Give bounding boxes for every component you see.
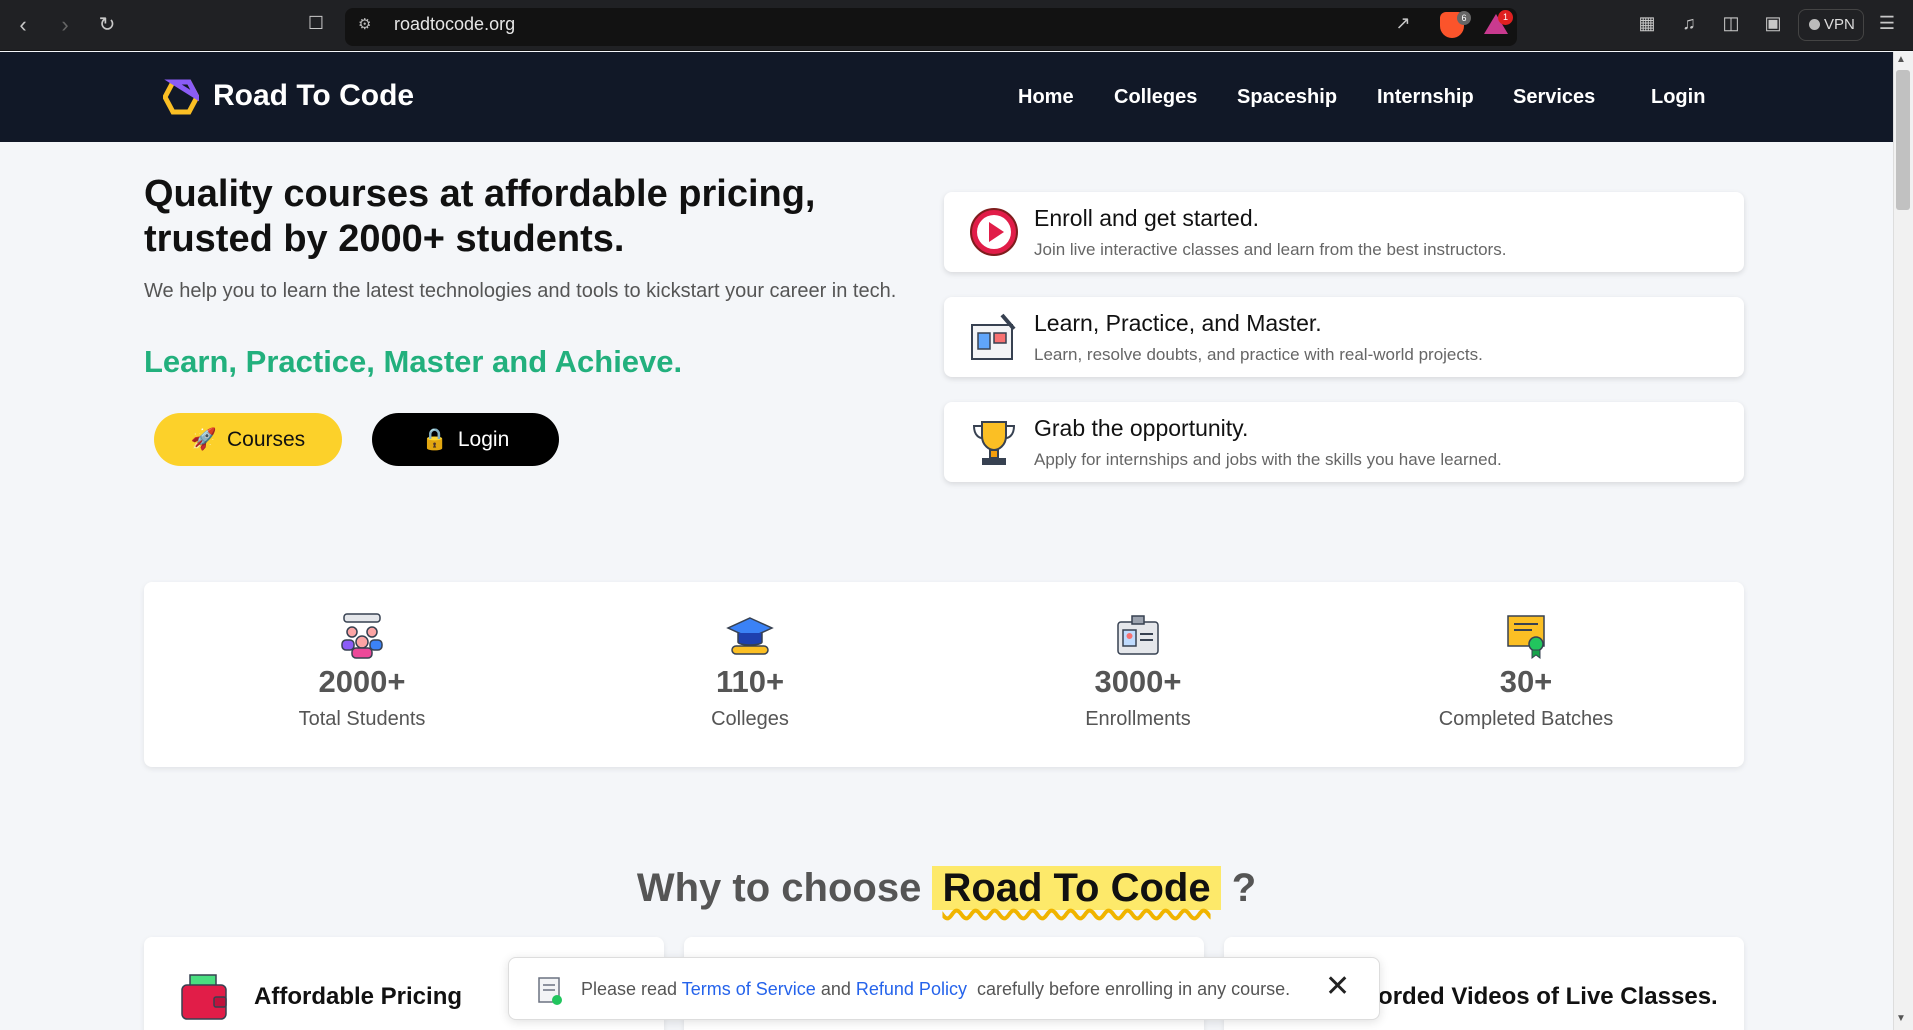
courses-button[interactable]: 🚀 Courses <box>154 413 342 466</box>
stat-enrollments: 3000+ Enrollments <box>988 612 1288 731</box>
stat-label: Colleges <box>711 708 789 730</box>
site-header: Road To Code Home Colleges Spaceship Int… <box>0 52 1893 142</box>
feature-title: Affordable Pricing <box>254 983 463 1010</box>
back-icon[interactable]: ‹ <box>10 12 36 38</box>
stat-label: Enrollments <box>1085 708 1191 730</box>
play-icon <box>970 208 1018 256</box>
step-card-opportunity: Grab the opportunity. Apply for internsh… <box>944 402 1744 482</box>
lock-icon: 🔒 <box>421 428 448 451</box>
hero-tagline: Learn, Practice, Master and Achieve. <box>144 344 683 379</box>
scroll-down-icon[interactable]: ▼ <box>1896 1013 1906 1024</box>
hero-title: Quality courses at affordable pricing, t… <box>144 173 816 260</box>
rocket-icon: 🚀 <box>190 428 217 451</box>
toast-text: Please read <box>581 979 678 999</box>
stat-students: 2000+ Total Students <box>212 612 512 731</box>
nav-spaceship[interactable]: Spaceship <box>1237 86 1337 109</box>
rewards-badge: 1 <box>1498 10 1513 25</box>
step-card-enroll: Enroll and get started. Join live intera… <box>944 192 1744 272</box>
books-icon <box>971 313 1016 360</box>
step-title: Enroll and get started. <box>1034 205 1260 231</box>
extensions-icon[interactable]: ▦ <box>1634 13 1660 34</box>
share-icon[interactable]: ↗ <box>1390 13 1416 34</box>
why-prefix: Why to choose <box>636 866 922 910</box>
step-desc: Join live interactive classes and learn … <box>1034 240 1507 259</box>
vpn-label: VPN <box>1824 16 1855 33</box>
browser-toolbar: ‹ › ↻ ☐ ⚙ roadtocode.org ↗ 6 1 ▦ ♫ ◫ ▣ V… <box>0 0 1913 51</box>
why-highlight: Road To Code <box>932 866 1221 910</box>
login-button-label: Login <box>457 428 510 451</box>
step-desc: Learn, resolve doubts, and practice with… <box>1034 345 1483 364</box>
terms-toast: Please read Terms of Service and Refund … <box>508 957 1380 1020</box>
url-text[interactable]: roadtocode.org <box>394 14 515 35</box>
nav-home[interactable]: Home <box>1018 86 1074 109</box>
toast-message: Please read Terms of Service and Refund … <box>581 979 1290 1000</box>
stat-value: 3000+ <box>1094 664 1182 699</box>
stat-value: 2000+ <box>318 664 406 699</box>
wallet-money-icon <box>181 974 227 1020</box>
step-title: Learn, Practice, and Master. <box>1034 310 1322 336</box>
terms-of-service-link[interactable]: Terms of Service <box>682 979 816 999</box>
vpn-button[interactable]: VPN <box>1798 9 1864 41</box>
nav-internship[interactable]: Internship <box>1377 86 1474 109</box>
brand-name[interactable]: Road To Code <box>213 79 414 113</box>
address-bar[interactable] <box>345 8 1517 46</box>
forward-icon[interactable]: › <box>52 12 78 38</box>
login-button[interactable]: 🔒 Login <box>372 413 559 466</box>
feature-title: Recorded Videos of Live Classes. <box>1334 983 1718 1010</box>
hexagon-logo-icon[interactable] <box>163 79 199 115</box>
step-card-learn: Learn, Practice, and Master. Learn, reso… <box>944 297 1744 377</box>
nav-login[interactable]: Login <box>1651 86 1705 109</box>
stat-colleges: 110+ Colleges <box>600 612 900 731</box>
nav-services[interactable]: Services <box>1513 86 1595 109</box>
toast-text: and <box>820 979 851 999</box>
stat-value: 30+ <box>1499 664 1553 699</box>
certificate-icon <box>1507 615 1545 659</box>
media-icon[interactable]: ♫ <box>1676 13 1702 34</box>
trophy-icon <box>972 421 1016 465</box>
shields-badge: 6 <box>1457 11 1471 25</box>
graduation-cap-icon <box>726 617 774 655</box>
id-card-icon <box>1117 615 1159 655</box>
hero-subtitle: We help you to learn the latest technolo… <box>144 280 897 302</box>
vpn-status-icon <box>1809 19 1820 30</box>
stat-value: 110+ <box>715 664 785 699</box>
menu-icon[interactable]: ☰ <box>1874 13 1900 34</box>
reload-icon[interactable]: ↻ <box>94 12 120 38</box>
students-icon <box>341 613 383 659</box>
stat-label: Total Students <box>298 708 426 730</box>
toast-text: carefully before enrolling in any course… <box>976 979 1291 999</box>
refund-policy-link[interactable]: Refund Policy <box>856 979 967 999</box>
step-desc: Apply for internships and jobs with the … <box>1034 450 1502 469</box>
scroll-up-icon[interactable]: ▲ <box>1896 54 1906 65</box>
wallet-icon[interactable]: ▣ <box>1760 13 1786 34</box>
close-icon[interactable]: ✕ <box>1325 972 1350 1002</box>
sidebar-icon[interactable]: ◫ <box>1718 13 1744 34</box>
bookmark-icon[interactable]: ☐ <box>303 13 329 34</box>
document-icon <box>538 977 562 1005</box>
courses-button-label: Courses <box>226 428 306 451</box>
stats-panel: 2000+ Total Students 110+ Colleges 3000+… <box>144 582 1744 767</box>
nav-colleges[interactable]: Colleges <box>1114 86 1197 109</box>
why-heading: Why to choose Road To Code ? <box>0 866 1893 911</box>
site-settings-icon[interactable]: ⚙ <box>358 15 371 33</box>
step-title: Grab the opportunity. <box>1034 415 1249 441</box>
stat-batches: 30+ Completed Batches <box>1376 612 1676 731</box>
stat-label: Completed Batches <box>1438 708 1614 730</box>
scrollbar-thumb[interactable] <box>1896 70 1910 210</box>
why-suffix: ? <box>1231 866 1257 910</box>
